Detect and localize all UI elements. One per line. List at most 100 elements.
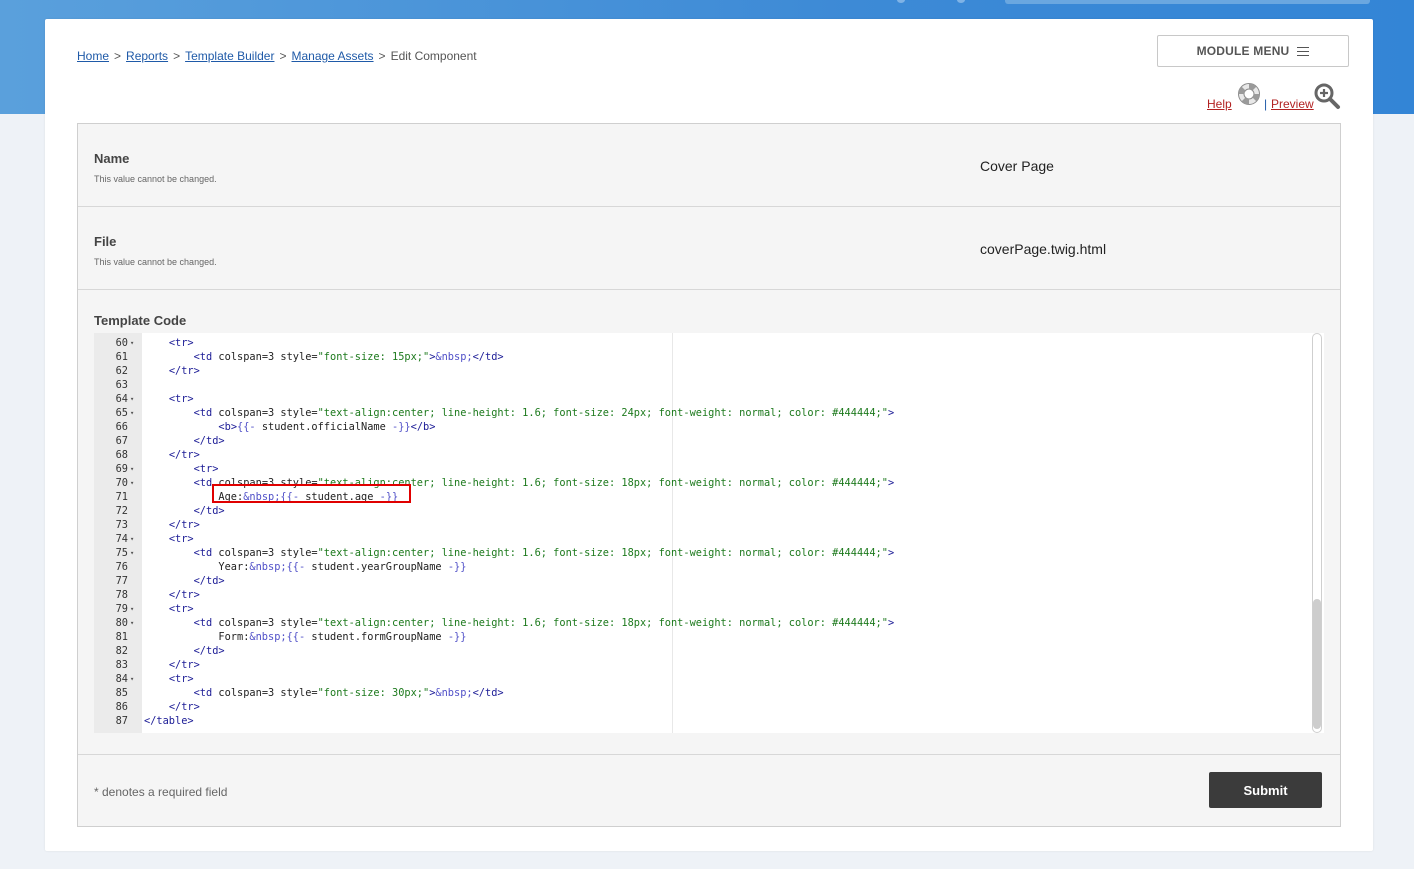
code-line[interactable]: 62 </tr> — [94, 364, 1304, 378]
line-number: 83 — [115, 659, 128, 671]
line-number: 84 — [115, 673, 128, 685]
line-code: </td> — [193, 645, 225, 657]
line-number: 66 — [115, 421, 128, 433]
breadcrumb-reports[interactable]: Reports — [126, 49, 168, 63]
line-code: <tr> — [193, 463, 219, 475]
fold-toggle-icon[interactable]: ▾ — [130, 336, 136, 350]
code-line[interactable]: 75 ▾ <td colspan=3 style="text-align:cent… — [94, 546, 1304, 560]
line-code: <tr> — [168, 533, 194, 545]
line-number: 75 — [115, 547, 128, 559]
fold-toggle-icon[interactable]: ▾ — [130, 462, 136, 476]
line-code: <tr> — [168, 673, 194, 685]
file-row: File This value cannot be changed. cover… — [78, 207, 1340, 290]
line-number: 72 — [115, 505, 128, 517]
line-code: <td colspan=3 style="text-align:center; … — [193, 407, 895, 419]
header-icon-edge — [957, 0, 965, 3]
line-code: </table> — [144, 715, 194, 727]
line-code: </td> — [193, 575, 225, 587]
template-code-label: Template Code — [94, 313, 187, 328]
file-value: coverPage.twig.html — [980, 241, 1107, 257]
header-icon-edge — [897, 0, 905, 3]
lifebuoy-icon[interactable] — [1237, 82, 1261, 106]
breadcrumb-home[interactable]: Home — [77, 49, 109, 63]
code-line[interactable]: 85 <td colspan=3 style="font-size: 30px;… — [94, 686, 1304, 700]
breadcrumb-current: Edit Component — [390, 49, 477, 63]
line-number: 70 — [115, 477, 128, 489]
line-number: 63 — [115, 379, 128, 391]
fold-toggle-icon[interactable]: ▾ — [130, 406, 136, 420]
fold-toggle-icon[interactable]: ▾ — [130, 602, 136, 616]
line-number: 76 — [115, 561, 128, 573]
line-code: </td> — [193, 435, 225, 447]
name-row: Name This value cannot be changed. Cover… — [78, 124, 1340, 207]
code-line[interactable]: 73 </tr> — [94, 518, 1304, 532]
line-code: </tr> — [168, 659, 200, 671]
breadcrumb-template-builder[interactable]: Template Builder — [185, 49, 274, 63]
module-menu-button[interactable]: MODULE MENU — [1157, 35, 1349, 67]
line-code: </td> — [193, 505, 225, 517]
code-line[interactable]: 68 </tr> — [94, 448, 1304, 462]
code-line[interactable]: 63 — [94, 378, 1304, 392]
code-line[interactable]: 60 ▾ <tr> — [94, 336, 1304, 350]
header-search-edge — [1005, 0, 1370, 4]
line-number: 62 — [115, 365, 128, 377]
code-line[interactable]: 64 ▾ <tr> — [94, 392, 1304, 406]
file-label: File — [94, 234, 117, 249]
code-line[interactable]: 81 Form:&nbsp;{{- student.formGroupName … — [94, 630, 1304, 644]
code-line[interactable]: 77 </td> — [94, 574, 1304, 588]
breadcrumb-separator: > — [114, 49, 122, 63]
fold-toggle-icon[interactable]: ▾ — [130, 476, 136, 490]
code-line[interactable]: 79 ▾ <tr> — [94, 602, 1304, 616]
line-number: 71 — [115, 491, 128, 503]
fold-toggle-icon[interactable]: ▾ — [130, 546, 136, 560]
fold-toggle-icon[interactable]: ▾ — [130, 616, 136, 630]
breadcrumb-manage-assets[interactable]: Manage Assets — [291, 49, 373, 63]
line-code: <td colspan=3 style="font-size: 15px;">&… — [193, 351, 504, 363]
submit-button[interactable]: Submit — [1209, 772, 1322, 808]
code-line[interactable]: 78 </tr> — [94, 588, 1304, 602]
edit-component-form: Name This value cannot be changed. Cover… — [77, 123, 1341, 827]
code-line[interactable]: 83 </tr> — [94, 658, 1304, 672]
code-line[interactable]: 66 <b>{{- student.officialName -}}</b> — [94, 420, 1304, 434]
line-number: 81 — [115, 631, 128, 643]
code-line[interactable]: 61 <td colspan=3 style="font-size: 15px;… — [94, 350, 1304, 364]
line-number: 82 — [115, 645, 128, 657]
preview-link[interactable]: Preview — [1271, 97, 1314, 111]
code-line[interactable]: 74 ▾ <tr> — [94, 532, 1304, 546]
line-code: </tr> — [168, 449, 200, 461]
code-line[interactable]: 86 </tr> — [94, 700, 1304, 714]
line-code: <td colspan=3 style="text-align:center; … — [193, 547, 895, 559]
breadcrumb: Home > Reports > Template Builder > Manage Ass… — [77, 49, 477, 63]
line-code: </tr> — [168, 589, 200, 601]
scrollbar-thumb[interactable] — [1313, 599, 1321, 729]
code-line[interactable]: 72 </td> — [94, 504, 1304, 518]
breadcrumb-separator: > — [279, 49, 287, 63]
code-lines[interactable]: 60 ▾ <tr> 61 <td colspan=3 style="font-siz… — [94, 336, 1304, 728]
code-line[interactable]: 84 ▾ <tr> — [94, 672, 1304, 686]
name-label: Name — [94, 151, 130, 166]
fold-toggle-icon[interactable]: ▾ — [130, 392, 136, 406]
code-line[interactable]: 82 </td> — [94, 644, 1304, 658]
code-line[interactable]: 67 </td> — [94, 434, 1304, 448]
line-number: 65 — [115, 407, 128, 419]
code-line[interactable]: 65 ▾ <td colspan=3 style="text-align:cent… — [94, 406, 1304, 420]
code-line[interactable]: 69 ▾ <tr> — [94, 462, 1304, 476]
line-code: <tr> — [168, 337, 194, 349]
code-line[interactable]: 76 Year:&nbsp;{{- student.yearGroupName … — [94, 560, 1304, 574]
line-number: 79 — [115, 603, 128, 615]
editor-scrollbar[interactable] — [1310, 333, 1324, 733]
zoom-in-icon[interactable] — [1313, 82, 1341, 110]
code-line[interactable]: 87 </table> — [94, 714, 1304, 728]
code-line[interactable]: 80 ▾ <td colspan=3 style="text-align:cent… — [94, 616, 1304, 630]
line-number: 74 — [115, 533, 128, 545]
help-link[interactable]: Help — [1207, 97, 1232, 111]
highlighted-code-annotation — [212, 484, 411, 503]
required-note: * denotes a required field — [94, 785, 228, 799]
line-number: 73 — [115, 519, 128, 531]
line-code: </tr> — [168, 519, 200, 531]
code-editor[interactable]: 60 ▾ <tr> 61 <td colspan=3 style="font-siz… — [94, 333, 1324, 733]
fold-toggle-icon[interactable]: ▾ — [130, 672, 136, 686]
fold-toggle-icon[interactable]: ▾ — [130, 532, 136, 546]
hamburger-icon — [1297, 46, 1310, 56]
form-footer: * denotes a required field Submit — [78, 754, 1340, 827]
